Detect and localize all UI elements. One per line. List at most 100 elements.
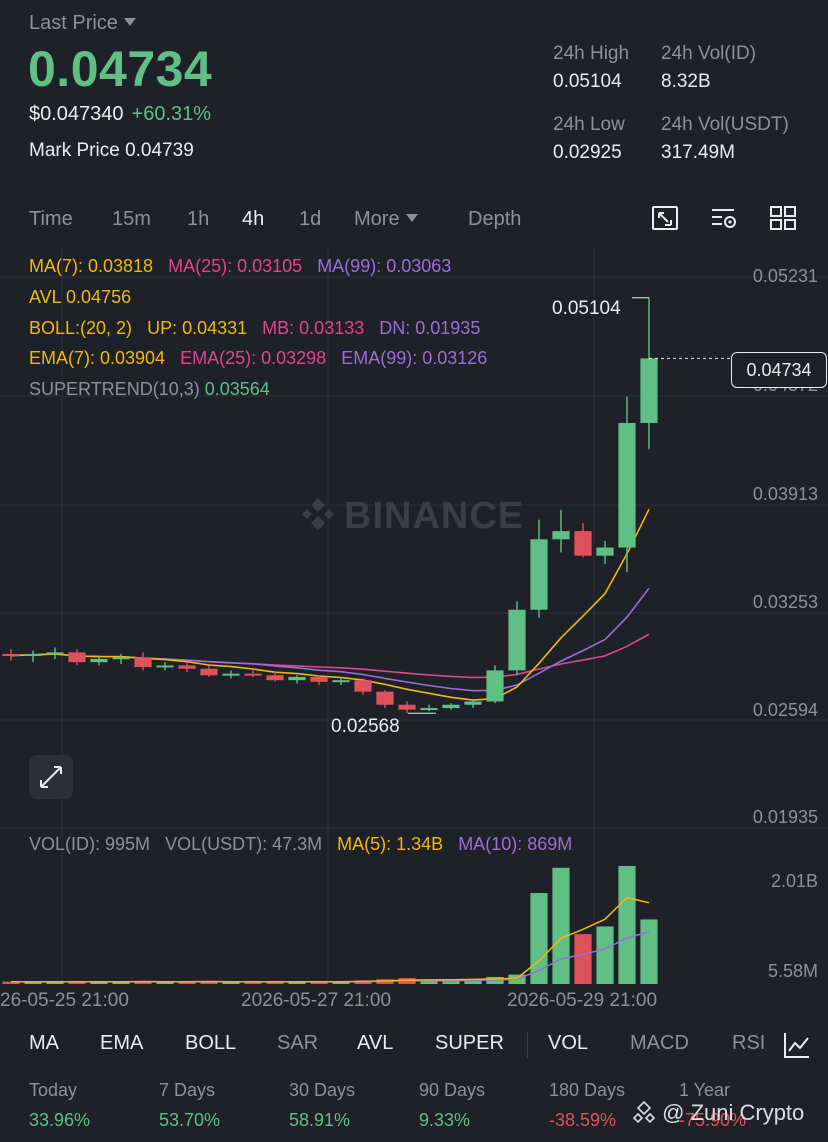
expand-chart-button[interactable] [29,755,73,799]
perf-value: 9.33% [419,1110,471,1130]
date-axis-tick: 26-05-25 21:00 [0,990,129,1011]
boll-mb: MB: 0.03133 [262,318,365,338]
ema25-value: EMA(25): 0.03298 [180,348,327,368]
price-axis-tick: 0.02594 [752,700,818,720]
usd-price-row: $0.047340 +60.31% [29,103,211,126]
indicator-tab-ema[interactable]: EMA [100,1032,143,1055]
avl-value: AVL 0.04756 [29,287,132,307]
candle-body [2,653,20,656]
boll-legend: BOLL:(20, 2) UP: 0.04331 MB: 0.03133 DN:… [29,318,480,339]
price-change-pct: +60.31% [131,103,212,125]
stat-24h-vol-id-label: 24h Vol(ID) [661,43,757,64]
layout-grid-icon[interactable] [768,203,798,233]
price-axis-tick: 0.05231 [752,266,818,286]
stat-24h-low-label: 24h Low [553,114,625,135]
indicator-tab-vol[interactable]: VOL [548,1032,588,1055]
perf-90-days: 90 Days 9.33% [419,1080,485,1131]
chart-type-button[interactable] [766,1030,828,1062]
indicator-tab-super[interactable]: SUPER [435,1032,504,1055]
volume-bar [618,866,636,984]
stat-24h-vol-id-value: 8.32B [661,71,711,92]
ma99-value: MA(99): 0.03063 [317,256,452,276]
tab-4h[interactable]: 4h [242,208,264,231]
candle-body [354,680,372,692]
perf-value: 58.91% [289,1110,351,1130]
tab-1d[interactable]: 1d [299,208,321,231]
price-axis-tick: 0.01935 [752,807,818,827]
boll-dn: DN: 0.01935 [379,318,481,338]
candle-body [90,658,108,663]
perf-7-days: 7 Days 53.70% [159,1080,220,1131]
candle-body [508,609,526,671]
candle-body [200,668,218,676]
indicator-settings-icon[interactable] [709,203,739,233]
perf-value: 33.96% [29,1110,91,1130]
stat-24h-low-value: 0.02925 [553,142,622,163]
price-axis-tick: 0.03913 [752,484,818,504]
candle-body [112,657,130,660]
mark-price-value: 0.04739 [125,140,194,161]
perf-label: 180 Days [549,1080,626,1100]
tab-time[interactable]: Time [29,208,73,231]
diamond-logo-icon [632,1100,656,1124]
perf-label: 1 Year [679,1080,731,1100]
vol-id-value: VOL(ID): 995M [29,834,151,854]
candle-body [222,673,240,676]
tab-1h[interactable]: 1h [187,208,209,231]
volume-bar [640,919,658,984]
candle-body [332,680,350,683]
binance-watermark: BINANCE [298,494,524,538]
candle-body [376,691,394,705]
indicator-tab-boll[interactable]: BOLL [185,1032,236,1055]
perf-180-days: 180 Days -38.59% [549,1080,625,1131]
volume-bar [596,926,614,984]
volume-bar [574,934,592,984]
candle-body [24,653,42,656]
volume-legend: VOL(ID): 995M VOL(USDT): 47.3M MA(5): 1.… [29,834,572,855]
perf-label: 7 Days [159,1080,216,1100]
candle-body [266,675,284,681]
indicator-tab-macd[interactable]: MACD [630,1032,689,1055]
tab-depth[interactable]: Depth [468,208,521,231]
indicator-tab-bar: MA EMA BOLL SAR AVL SUPER VOL MACD RSI [0,1022,828,1068]
timeframe-bar: Time 15m 1h 4h 1d More Depth [0,200,828,240]
stat-24h-vol-usdt-value: 317.49M [661,142,735,163]
tab-divider [527,1032,528,1058]
watermark-text: BINANCE [344,495,525,537]
candle-body [464,701,482,705]
mark-price-row: Mark Price 0.04739 [29,140,194,162]
candle-body [618,422,636,548]
candle-body [552,531,570,540]
usd-price: $0.047340 [29,103,124,125]
ma-legend: MA(7): 0.03818 MA(25): 0.03105 MA(99): 0… [29,256,451,277]
chevron-down-icon [405,214,418,222]
price-axis-tick: 0.03253 [752,592,818,612]
stat-24h-high-label: 24h High [553,43,630,64]
indicator-tab-ma[interactable]: MA [29,1032,59,1055]
indicator-tab-rsi[interactable]: RSI [732,1032,765,1055]
volume-bars [2,866,658,984]
last-price-dropdown[interactable]: Last Price [29,12,136,35]
candle-body [530,539,548,610]
candle-body [640,358,658,423]
fullscreen-icon[interactable] [650,203,680,233]
boll-label: BOLL:(20, 2) [29,318,133,338]
stat-24h-high-value: 0.05104 [553,71,622,92]
tab-15m[interactable]: 15m [112,208,151,231]
candle-body [134,657,152,668]
binance-logo-icon [302,498,334,530]
ma7-value: MA(7): 0.03818 [29,256,154,276]
supertrend-value: 0.03564 [204,379,270,399]
indicator-tab-avl[interactable]: AVL [357,1032,393,1055]
candle-body [398,704,416,710]
tab-more[interactable]: More [354,208,418,231]
indicator-tab-sar[interactable]: SAR [277,1032,318,1055]
ema-legend: EMA(7): 0.03904 EMA(25): 0.03298 EMA(99)… [29,348,487,369]
volume-axis-tick: 5.58M [767,961,818,981]
candle-body [486,670,504,702]
volume-bar [222,982,240,984]
boll-up: UP: 0.04331 [147,318,248,338]
line-chart-icon [784,1033,809,1058]
date-axis-tick: 2026-05-29 21:00 [507,990,658,1011]
perf-label: Today [29,1080,78,1100]
